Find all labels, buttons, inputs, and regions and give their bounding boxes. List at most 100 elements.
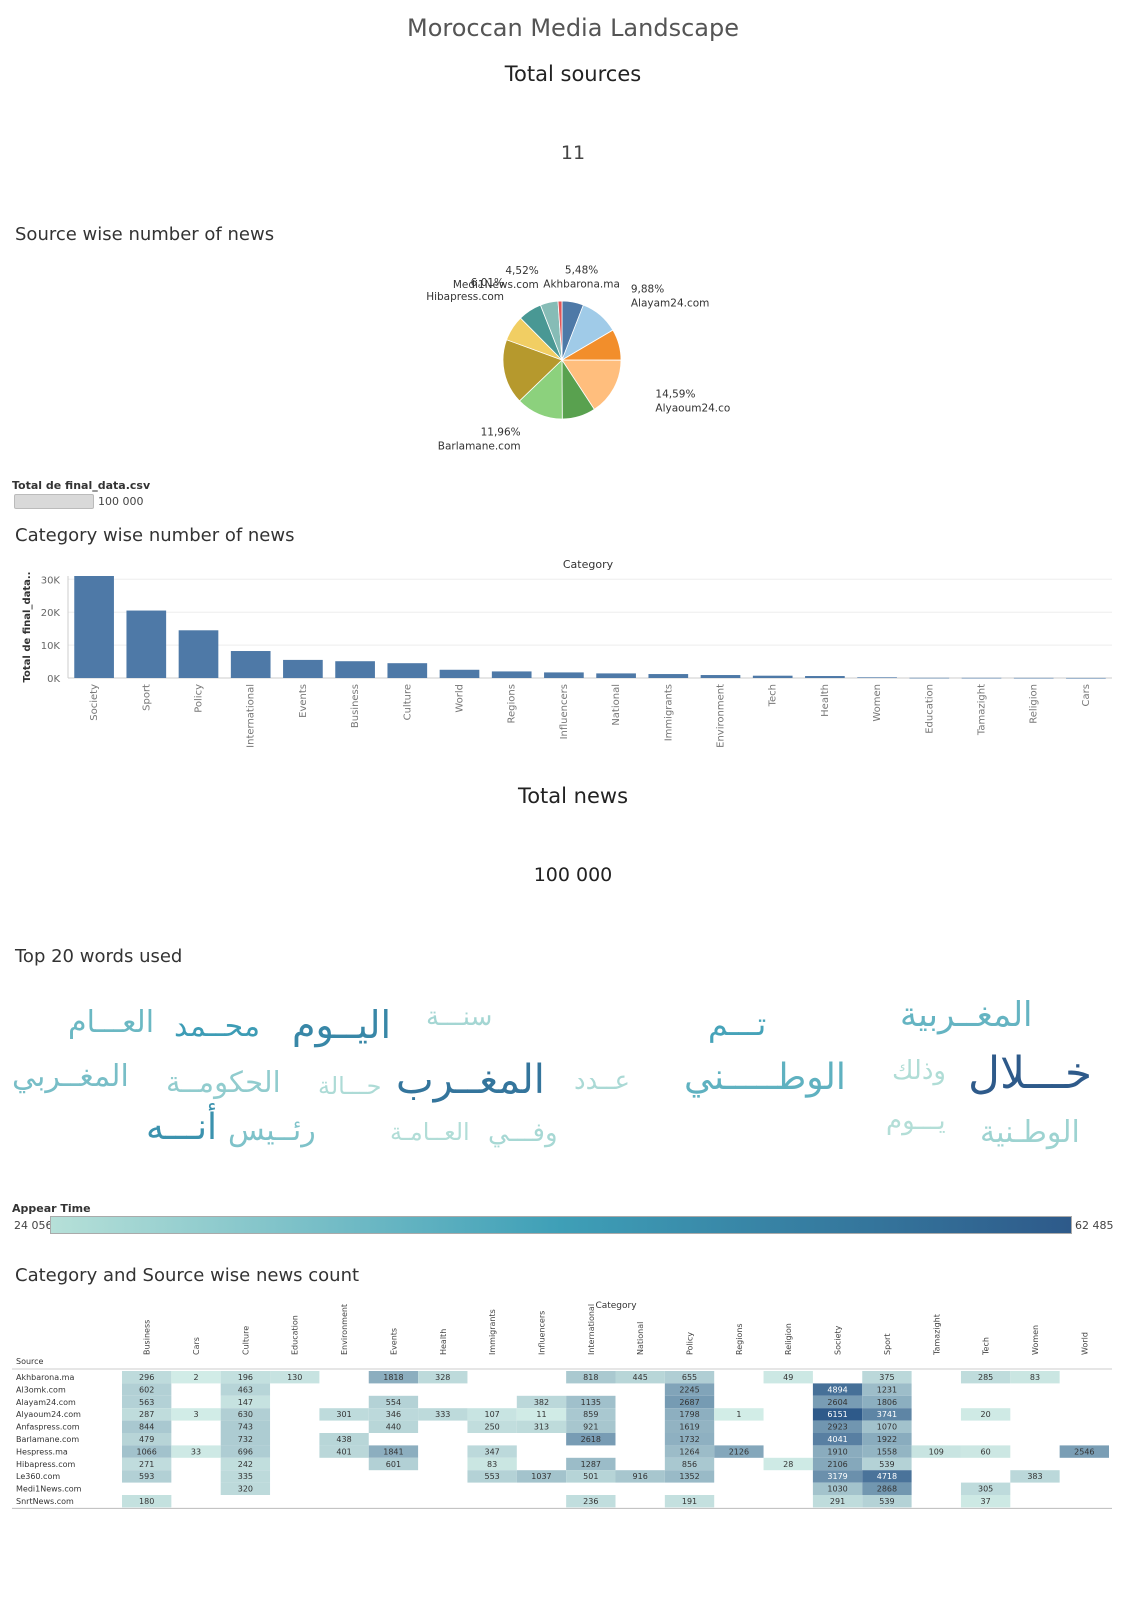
heatmap-cell-value: 1030 [827,1485,847,1494]
bar-international[interactable] [230,651,271,678]
heatmap-row-le360-com: Le360.com [16,1472,60,1481]
heatmap-cell-value: 285 [978,1373,993,1382]
bar-events[interactable] [283,659,323,678]
bar-society[interactable] [74,576,114,678]
bar-influencers[interactable] [544,672,584,678]
heatmap-cell-value: 539 [879,1497,894,1506]
heatmap-row-snrtnews-com: SnrtNews.com [16,1497,74,1506]
word-cloud[interactable]: خـــلال المغــرب اليــوم أنـــه الوطـــــني ا… [0,990,1146,1190]
heatmap-col-education: Education [291,1315,300,1355]
bar-immigrants[interactable] [648,674,689,678]
heatmap-row-medi1news-com: Medi1News.com [16,1485,82,1494]
heatmap-row-anfaspress-com: Anfaspress.com [16,1423,80,1432]
heatmap-cell-value: 320 [238,1485,253,1494]
word-cloud-word[interactable]: محــمد [174,1012,260,1042]
word-legend-title: Appear Time [12,1202,91,1215]
bar-health[interactable] [805,676,845,678]
heatmap-cell-value: 3 [193,1410,198,1419]
heatmap-cell-value: 655 [682,1373,697,1382]
word-cloud-word[interactable]: أنـــه [146,1110,217,1146]
heatmap-cell-value: 501 [583,1472,598,1481]
heatmap-cell-value: 335 [238,1472,253,1481]
bar-religion[interactable] [1013,677,1054,679]
heatmap-cell-value: 83 [1030,1373,1040,1382]
bar-culture[interactable] [387,663,428,678]
bar-world[interactable] [439,669,480,678]
word-cloud-word[interactable]: الوطـــــني [684,1060,846,1096]
bar-regions[interactable] [491,671,532,678]
pie-label-alayam24-com: 9,88% Alayam24.com [631,283,710,309]
bar-xtick-women: Women [872,684,883,722]
bar-tech[interactable] [752,675,793,678]
bar-tamazight[interactable] [961,677,1002,679]
source-pie-chart[interactable]: 5,48% Akhbarona.ma 9,88% Alayam24.com 14,59%… [400,262,730,462]
bar-national[interactable] [596,673,636,678]
heatmap-cell-value: 1922 [877,1435,897,1444]
heatmap-cell-value: 11 [536,1410,546,1419]
heatmap-cell-value: 554 [386,1398,401,1407]
bar-business[interactable] [335,661,375,678]
word-cloud-word[interactable]: تـــم [708,1008,766,1040]
word-cloud-word[interactable]: حـــالة [318,1074,381,1098]
heatmap-cell-value: 130 [287,1373,302,1382]
bar-xtick-influencers: Influencers [559,684,570,739]
heatmap-cell-value: 147 [238,1398,253,1407]
heatmap-cell-value: 301 [336,1410,351,1419]
word-cloud-word[interactable]: خـــلال [968,1052,1092,1096]
bar-xtick-sport: Sport [141,684,152,711]
heatmap-cell-value: 296 [139,1373,154,1382]
bar-xtick-tamazight: Tamazight [977,684,988,736]
word-cloud-word[interactable]: اليــوم [292,1006,391,1044]
heatmap-cell-value: 60 [981,1447,991,1456]
heatmap-cell-value: 2687 [679,1398,699,1407]
word-cloud-word[interactable]: رئــيس [228,1116,316,1146]
heatmap-cell-value: 1910 [827,1447,847,1456]
pie-section-title: Source wise number of news [15,224,275,245]
word-cloud-word[interactable]: المغــرب [396,1060,545,1100]
word-legend-max: 62 485 [1075,1219,1114,1232]
word-cloud-word[interactable]: الوطـنية [980,1118,1080,1148]
word-legend-gradient [50,1216,1072,1234]
word-legend-min: 24 056 [14,1219,53,1232]
bar-cars[interactable] [1066,677,1106,679]
pie-label-pct: 9,88% [631,283,664,295]
heatmap-row-header: Source [16,1357,44,1366]
heatmap-row-al3omk-com: Al3omk.com [16,1385,66,1394]
heatmap-col-cars: Cars [192,1337,201,1355]
word-cloud-word[interactable]: وفـــي [488,1120,558,1146]
pie-legend-size-bar [14,494,94,509]
pie-label-source: Medi1News.com [453,279,539,291]
heatmap-cell-value: 630 [238,1410,253,1419]
word-cloud-word[interactable]: عــدد [574,1068,630,1094]
bar-xtick-national: National [611,684,622,726]
word-cloud-word[interactable]: المغــربية [900,998,1033,1032]
bar-xtick-religion: Religion [1029,684,1040,724]
heatmap-cell-value: 921 [583,1423,598,1432]
heatmap-cell-value: 844 [139,1423,154,1432]
category-source-heatmap[interactable]: Category Source Business Cars Culture Educati… [0,1295,1146,1515]
bar-policy[interactable] [178,630,219,678]
heatmap-col-tech: Tech [982,1337,991,1356]
heatmap-cell-value: 2245 [679,1385,699,1394]
heatmap-cell-value: 375 [879,1373,894,1382]
word-cloud-word[interactable]: العـــام [68,1008,154,1038]
heatmap-cell-value: 37 [981,1497,991,1506]
word-cloud-word[interactable]: يـــوم [886,1108,946,1134]
word-cloud-word[interactable]: المغــربي [12,1062,129,1092]
pie-label-alyaoum24-com: 14,59% Alyaoum24.com [655,389,730,415]
word-cloud-word[interactable]: وذلك [892,1058,946,1084]
heatmap-cell-value: 6151 [827,1410,847,1419]
heatmap-col-immigrants: Immigrants [488,1309,497,1355]
bar-women[interactable] [857,677,897,678]
total-news-title: Total news [517,784,629,808]
bar-environment[interactable] [700,675,741,678]
word-cloud-word[interactable]: العــامـة [390,1120,470,1144]
bar-education[interactable] [909,677,950,679]
word-cloud-word[interactable]: سنـــة [426,1004,492,1030]
word-cloud-word[interactable]: الحكومــة [166,1068,281,1097]
category-bar-chart[interactable]: Category 0K 10K 20K 30K Total de final_data..… [0,552,1146,762]
pie-legend-title: Total de final_data.csv [12,479,151,492]
heatmap-cell-value: 3741 [877,1410,897,1419]
heatmap-cell-value: 856 [682,1460,697,1469]
bar-sport[interactable] [126,610,167,678]
